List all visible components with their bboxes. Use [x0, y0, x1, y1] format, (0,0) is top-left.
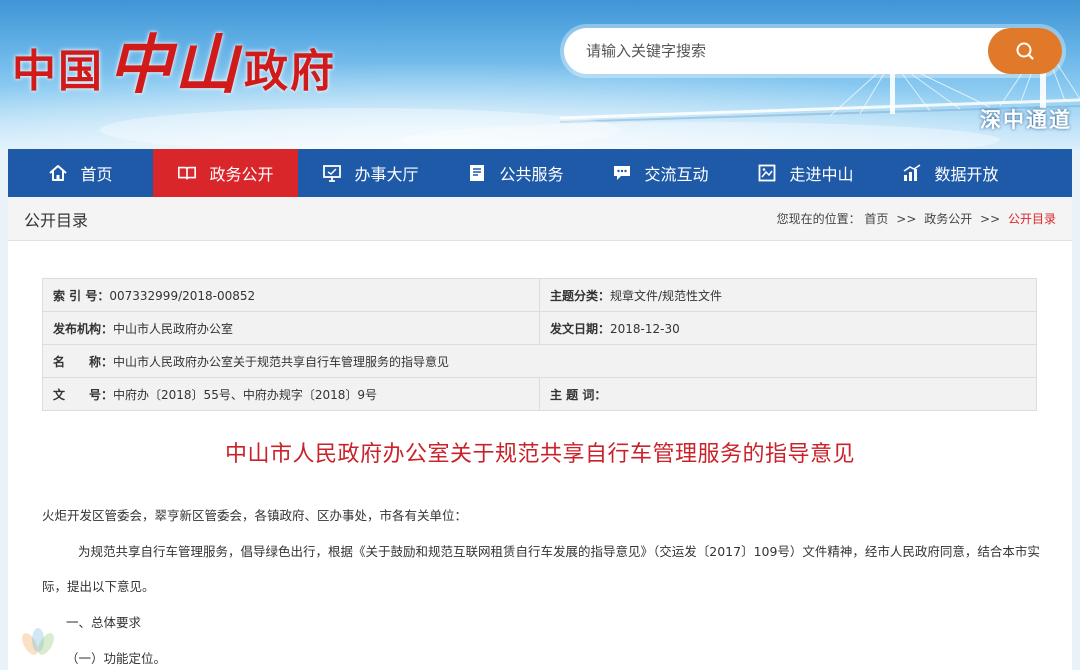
nav-item-label: 公共服务 [499, 165, 564, 184]
nav-item-label: 走进中山 [789, 165, 854, 184]
breadcrumb-separator: >> [896, 212, 917, 226]
meta-docno-cell: 文 号：中府办〔2018〕55号、中府办规字〔2018〕9号 [42, 377, 540, 411]
main-nav: 首页 政务公开 办事大厅 公共服务 交流互动 走进中山 数据开放 [8, 149, 1072, 197]
meta-value: 中山市人民政府办公室 [113, 321, 234, 336]
meta-label: 文 号： [53, 387, 114, 402]
meta-label: 发布机构： [53, 321, 114, 336]
meta-value: 中山市人民政府办公室关于规范共享自行车管理服务的指导意见 [113, 354, 450, 369]
breadcrumb-government-affairs[interactable]: 政务公开 [924, 212, 972, 226]
nav-item-label: 政务公开 [209, 165, 274, 184]
nav-item-label: 首页 [80, 165, 113, 184]
meta-keywords-cell: 主 题 词： [539, 377, 1037, 411]
breadcrumb-current[interactable]: 公开目录 [1008, 212, 1056, 226]
document-icon [467, 163, 487, 183]
search-input[interactable] [586, 36, 966, 66]
logo-text-country: 中国 [12, 46, 104, 97]
home-icon [48, 163, 68, 183]
nav-item-label: 数据开放 [934, 165, 999, 184]
meta-category-cell: 主题分类：规章文件/规范性文件 [539, 278, 1037, 312]
meta-value: 规章文件/规范性文件 [610, 288, 723, 303]
header-banner: 中国 中山 政府 深中通道 [0, 0, 1080, 150]
book-icon [177, 163, 197, 183]
meta-value: 2018-12-30 [610, 321, 680, 336]
document-paragraph-line: 际，提出以下意见。 [42, 579, 155, 594]
breadcrumb-separator: >> [980, 212, 1001, 226]
meta-date-cell: 发文日期：2018-12-30 [539, 311, 1037, 345]
meta-index-cell: 索 引 号：007332999/2018-00852 [42, 278, 540, 312]
picture-icon [757, 163, 777, 183]
meta-value: 007332999/2018-00852 [109, 288, 256, 303]
search-button[interactable] [988, 28, 1062, 74]
meta-label: 主 题 词： [550, 387, 607, 402]
nav-item-open-data[interactable]: 数据开放 [878, 149, 1023, 197]
nav-item-about-zhongshan[interactable]: 走进中山 [733, 149, 878, 197]
meta-label: 主题分类： [550, 288, 611, 303]
table-row: 文 号：中府办〔2018〕55号、中府办规字〔2018〕9号 主 题 词： [42, 377, 1037, 411]
meta-label: 名 称： [53, 354, 114, 369]
document-subsection-heading: （一）功能定位。 [66, 651, 167, 666]
logo-text-city: 中山 [108, 28, 240, 103]
chat-icon [612, 163, 632, 183]
watermark-logo-icon [22, 628, 54, 655]
panel-header: 公开目录 您现在的位置： 首页 >> 政务公开 >> 公开目录 [8, 197, 1072, 241]
nav-item-service-hall[interactable]: 办事大厅 [298, 149, 443, 197]
document-recipients: 火炬开发区管委会，翠亨新区管委会，各镇政府、区办事处，市各有关单位： [42, 508, 468, 523]
meta-label: 发文日期： [550, 321, 611, 336]
nav-item-interaction[interactable]: 交流互动 [588, 149, 733, 197]
document-metadata-table: 索 引 号：007332999/2018-00852 主题分类：规章文件/规范性… [42, 278, 1037, 411]
document-section-heading: 一、总体要求 [66, 615, 142, 630]
bar-chart-icon [902, 163, 922, 183]
nav-item-label: 交流互动 [644, 165, 709, 184]
nav-item-public-service[interactable]: 公共服务 [443, 149, 588, 197]
breadcrumb-prefix: 您现在的位置： [776, 212, 861, 226]
monitor-icon [322, 163, 342, 183]
breadcrumb: 您现在的位置： 首页 >> 政务公开 >> 公开目录 [777, 210, 1056, 227]
meta-value: 中府办〔2018〕55号、中府办规字〔2018〕9号 [113, 387, 377, 402]
breadcrumb-home[interactable]: 首页 [864, 212, 888, 226]
nav-item-label: 办事大厅 [354, 165, 419, 184]
content-panel: 公开目录 您现在的位置： 首页 >> 政务公开 >> 公开目录 索 引 号：00… [8, 197, 1072, 670]
search-field-wrapper [564, 28, 1062, 74]
search-box [560, 24, 1066, 78]
nav-item-home[interactable]: 首页 [8, 149, 153, 197]
meta-label: 索 引 号： [53, 288, 110, 303]
table-row: 发布机构：中山市人民政府办公室 发文日期：2018-12-30 [42, 311, 1037, 345]
meta-publisher-cell: 发布机构：中山市人民政府办公室 [42, 311, 540, 345]
search-icon [1016, 42, 1034, 60]
site-logo[interactable]: 中国 中山 政府 [12, 22, 336, 103]
table-row: 名 称：中山市人民政府办公室关于规范共享自行车管理服务的指导意见 [42, 344, 1037, 378]
nav-item-government-affairs[interactable]: 政务公开 [153, 149, 298, 197]
logo-text-government: 政府 [244, 46, 336, 97]
document-paragraph-line: 为规范共享自行车管理服务，倡导绿色出行，根据《关于鼓励和规范互联网租赁自行车发展… [78, 544, 1040, 559]
meta-name-cell: 名 称：中山市人民政府办公室关于规范共享自行车管理服务的指导意见 [42, 344, 1037, 378]
document-title: 中山市人民政府办公室关于规范共享自行车管理服务的指导意见 [224, 442, 855, 467]
banner-slogan: 深中通道 [980, 108, 1072, 132]
table-row: 索 引 号：007332999/2018-00852 主题分类：规章文件/规范性… [42, 278, 1037, 312]
page-title: 公开目录 [24, 210, 89, 230]
